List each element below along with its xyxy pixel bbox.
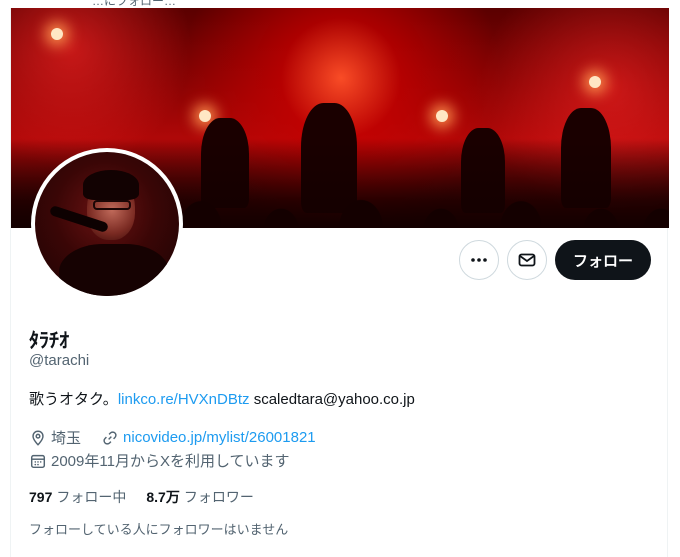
- profile-meta-joined: 2009年11月からXを利用しています: [29, 450, 290, 471]
- stage-light: [51, 28, 63, 40]
- website-link[interactable]: nicovideo.jp/mylist/26001821: [123, 429, 316, 446]
- profile-card: フォロー ﾀﾗﾁｵ @tarachi 歌うオタク。linkco.re/HVXnD…: [10, 8, 669, 557]
- following-count: 797: [29, 489, 53, 505]
- bio-link[interactable]: linkco.re/HVXnDBtz: [118, 391, 250, 408]
- followers-you-know: フォローしている人にフォロワーはいません: [29, 522, 289, 537]
- stage-light: [589, 76, 601, 88]
- envelope-icon: [518, 253, 536, 267]
- avatar-glasses: [93, 200, 131, 210]
- more-dots-icon: [471, 258, 487, 262]
- profile-meta-location-website: 埼玉 nicovideo.jp/mylist/26001821: [29, 427, 316, 448]
- followers-count: 8.7万: [146, 489, 180, 505]
- profile-actions: フォロー: [458, 240, 651, 280]
- location-text: 埼玉: [51, 430, 82, 447]
- avatar-hair: [83, 170, 139, 200]
- followers-label: フォロワー: [183, 489, 254, 505]
- profile-bio: 歌うオタク。linkco.re/HVXnDBtz scaledtara@yaho…: [29, 388, 415, 409]
- bio-email: scaledtara@yahoo.co.jp: [253, 391, 415, 408]
- following-label: フォロー中: [56, 489, 127, 505]
- user-handle: @tarachi: [29, 352, 90, 369]
- stage-light: [199, 110, 211, 122]
- message-button[interactable]: [506, 240, 547, 280]
- followers-stat[interactable]: 8.7万 フォロワー: [146, 487, 253, 507]
- location-pin-icon: [32, 430, 44, 446]
- top-fragment: …にフォロー…: [92, 0, 177, 8]
- display-name: ﾀﾗﾁｵ: [29, 330, 69, 352]
- follow-stats: 797 フォロー中 8.7万 フォロワー: [29, 487, 254, 507]
- profile-avatar[interactable]: [31, 148, 183, 300]
- link-icon: [103, 430, 117, 445]
- more-button[interactable]: [458, 240, 499, 280]
- stage-light: [436, 110, 448, 122]
- top-strip: …にフォロー…: [0, 0, 680, 8]
- avatar-photo: [35, 152, 179, 296]
- calendar-icon: [30, 454, 46, 468]
- follow-button[interactable]: フォロー: [554, 240, 651, 280]
- bio-text: 歌うオタク。: [29, 391, 118, 408]
- following-stat[interactable]: 797 フォロー中: [29, 487, 126, 507]
- joined-text: 2009年11月からXを利用しています: [51, 453, 290, 470]
- avatar-body: [59, 244, 169, 296]
